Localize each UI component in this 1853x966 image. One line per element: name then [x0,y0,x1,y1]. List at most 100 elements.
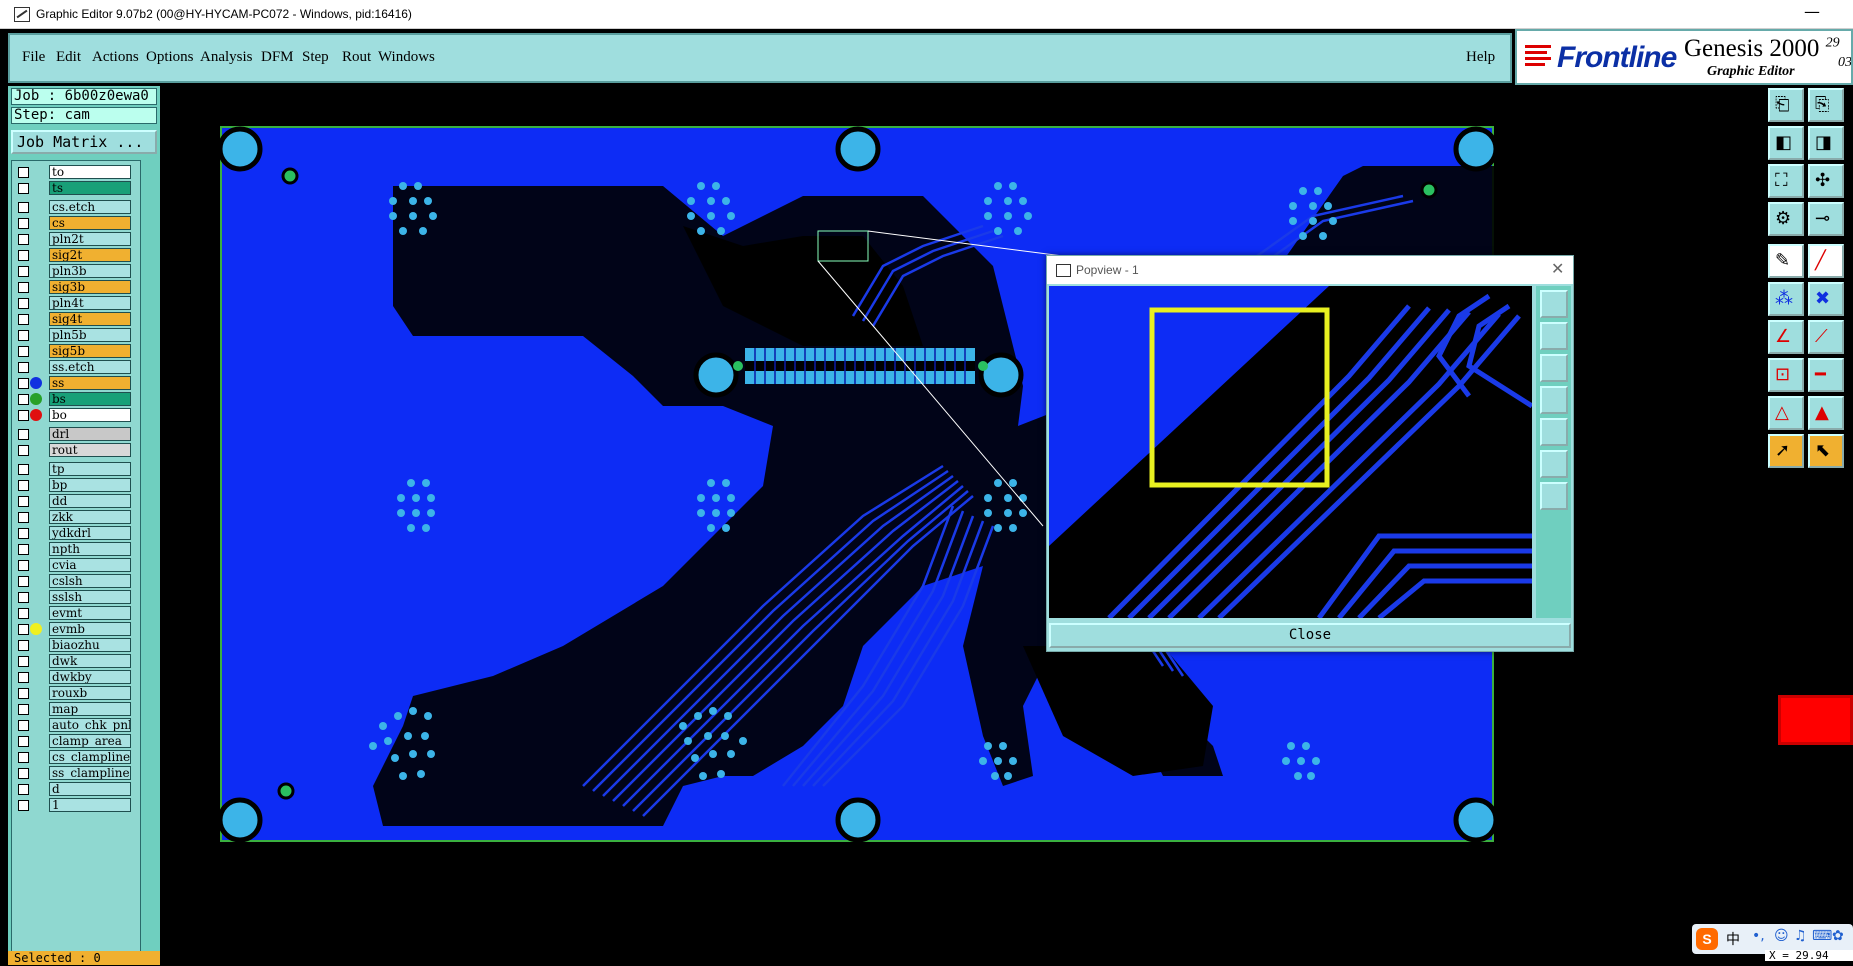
layer-checkbox[interactable] [18,298,29,309]
layer-name[interactable]: zkk [49,510,131,524]
layer-checkbox[interactable] [18,429,29,440]
punctuation-icon[interactable]: •, [1752,928,1765,944]
layer-checkbox[interactable] [18,362,29,373]
layer-checkbox[interactable] [18,445,29,456]
ime-language[interactable]: 中 [1726,929,1740,949]
layer-row[interactable]: npth [14,542,140,557]
layer-name[interactable]: rout [49,443,131,457]
keyboard-icon[interactable]: ⌨ [1812,928,1832,944]
tool-button[interactable]: ∠ [1768,320,1804,354]
layer-name[interactable]: clamp_area [49,734,131,748]
layer-row[interactable]: ts [14,181,140,196]
layer-row[interactable]: clamp_area [14,734,140,749]
job-matrix-button[interactable]: Job Matrix ... [11,130,157,154]
tool-button[interactable]: ✣ [1808,164,1844,198]
popview-tool-button[interactable] [1540,322,1568,350]
layer-checkbox[interactable] [18,378,29,389]
layer-name[interactable]: pln4t [49,296,131,310]
layer-checkbox[interactable] [18,218,29,229]
popview-tool-button[interactable] [1540,386,1568,414]
layer-name[interactable]: sslsh [49,590,131,604]
tool-button[interactable]: ◨ [1808,126,1844,160]
layer-checkbox[interactable] [18,624,29,635]
layer-checkbox[interactable] [18,282,29,293]
layer-name[interactable]: cs.etch [49,200,131,214]
tool-button[interactable]: ╱ [1808,244,1844,278]
layer-checkbox[interactable] [18,330,29,341]
layer-row[interactable]: sig3b [14,280,140,295]
layer-name[interactable]: bp [49,478,131,492]
layer-row[interactable]: tp [14,462,140,477]
layer-checkbox[interactable] [18,410,29,421]
layer-name[interactable]: 1 [49,798,131,812]
tool-button[interactable]: ➚ [1768,434,1804,468]
layer-row[interactable]: pln4t [14,296,140,311]
layer-row[interactable]: ss.etch [14,360,140,375]
layer-checkbox[interactable] [18,672,29,683]
menu-options[interactable]: Options [146,49,194,66]
layer-row[interactable]: evmt [14,606,140,621]
layer-checkbox[interactable] [18,167,29,178]
layer-name[interactable]: ydkdrl [49,526,131,540]
layer-name[interactable]: rouxb [49,686,131,700]
layer-checkbox[interactable] [18,512,29,523]
layer-checkbox[interactable] [18,480,29,491]
tool-button[interactable]: ⎘ [1808,88,1844,122]
layer-row[interactable]: ss [14,376,140,391]
tool-button[interactable]: ⁂ [1768,282,1804,316]
layer-row[interactable]: 1 [14,798,140,813]
layer-checkbox[interactable] [18,250,29,261]
layer-name[interactable]: sig2t [49,248,131,262]
layer-row[interactable]: sig4t [14,312,140,327]
layer-name[interactable]: sig5b [49,344,131,358]
microphone-icon[interactable]: ♫ [1794,928,1807,944]
layer-checkbox[interactable] [18,736,29,747]
layer-name[interactable]: npth [49,542,131,556]
tool-button[interactable]: ⬉ [1808,434,1844,468]
layer-row[interactable]: cs.etch [14,200,140,215]
layer-row[interactable]: evmb [14,622,140,637]
tool-button[interactable]: ⛶ [1768,164,1804,198]
layer-name[interactable]: cs_clampline [49,750,131,764]
layer-row[interactable]: cvia [14,558,140,573]
layer-name[interactable]: pln3b [49,264,131,278]
layer-name[interactable]: pln5b [49,328,131,342]
tool-button[interactable]: ✖ [1808,282,1844,316]
layer-row[interactable]: cs_clampline [14,750,140,765]
popview-tool-button[interactable] [1540,290,1568,318]
layer-checkbox[interactable] [18,202,29,213]
layer-name[interactable]: pln2t [49,232,131,246]
popview-close-button[interactable]: Close [1049,623,1571,648]
layer-checkbox[interactable] [18,688,29,699]
layer-checkbox[interactable] [18,800,29,811]
popview-tool-button[interactable] [1540,418,1568,446]
layer-checkbox[interactable] [18,266,29,277]
layer-checkbox[interactable] [18,544,29,555]
skin-icon[interactable]: ✿ [1832,928,1844,944]
layer-row[interactable]: pln2t [14,232,140,247]
layer-row[interactable]: drl [14,427,140,442]
layer-row[interactable]: biaozhu [14,638,140,653]
layer-row[interactable]: d [14,782,140,797]
layer-name[interactable]: sig3b [49,280,131,294]
sogou-icon[interactable]: S [1696,928,1718,950]
popview-tool-button[interactable] [1540,482,1568,510]
tool-button[interactable]: ✎ [1768,244,1804,278]
layer-name[interactable]: dwk [49,654,131,668]
layer-row[interactable]: bs [14,392,140,407]
layer-row[interactable]: cslsh [14,574,140,589]
tool-button[interactable]: ▲ [1808,396,1844,430]
layer-name[interactable]: ss_clampline [49,766,131,780]
minimize-button[interactable]: — [1804,2,1820,21]
layer-row[interactable]: dwkby [14,670,140,685]
layer-checkbox[interactable] [18,464,29,475]
layer-checkbox[interactable] [18,784,29,795]
popview-tool-button[interactable] [1540,450,1568,478]
layer-row[interactable]: ss_clampline [14,766,140,781]
layer-name[interactable]: cvia [49,558,131,572]
layer-checkbox[interactable] [18,528,29,539]
layer-checkbox[interactable] [18,183,29,194]
layer-name[interactable]: d [49,782,131,796]
layer-name[interactable]: dd [49,494,131,508]
layer-checkbox[interactable] [18,314,29,325]
